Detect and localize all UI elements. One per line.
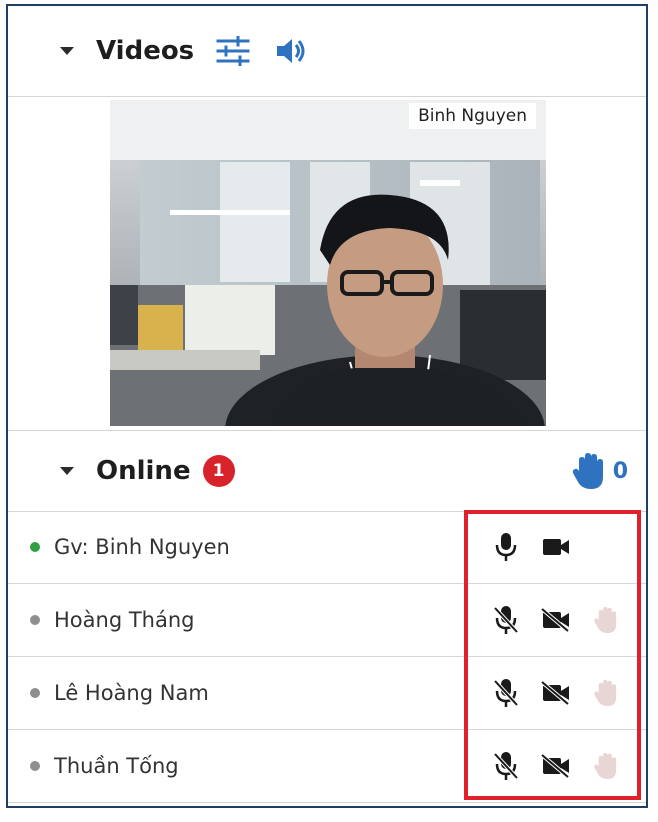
collapse-caret-icon[interactable] (60, 47, 74, 55)
hand-icon[interactable] (588, 675, 624, 711)
user-row[interactable]: Lê Hoàng Nam (8, 657, 646, 730)
online-header[interactable]: Online 1 0 (8, 430, 646, 512)
speaker-icon[interactable] (274, 36, 308, 66)
mic-off-icon[interactable] (488, 675, 524, 711)
collapse-caret-icon[interactable] (60, 467, 74, 475)
video-tile[interactable]: Binh Nguyen (110, 100, 546, 426)
user-controls (488, 584, 624, 656)
user-name: Lê Hoàng Nam (54, 681, 209, 705)
camera-on-icon[interactable] (538, 529, 574, 565)
user-row[interactable]: Thuần Tống (8, 730, 646, 803)
sidebar-panel: Videos Binh Nguyen Online 1 0 Gv: Binh N… (6, 4, 648, 808)
user-row[interactable]: Gv: Binh Nguyen (8, 511, 646, 584)
status-dot-online (30, 542, 40, 552)
videos-title: Videos (96, 36, 195, 66)
raised-hands-count: 0 (612, 458, 628, 484)
mic-off-icon[interactable] (488, 602, 524, 638)
status-dot-idle (30, 761, 40, 771)
online-count-badge: 1 (202, 455, 235, 487)
raised-hands-indicator[interactable]: 0 (571, 451, 628, 491)
hand-slot-empty (588, 529, 624, 565)
video-frame-image (110, 100, 546, 426)
online-user-list: Gv: Binh Nguyen Hoàng Tháng Lê Hoàng Nam… (8, 511, 646, 803)
mic-off-icon[interactable] (488, 748, 524, 784)
status-dot-idle (30, 688, 40, 698)
camera-off-icon[interactable] (538, 675, 574, 711)
user-name: Hoàng Tháng (54, 608, 195, 632)
sliders-icon[interactable] (216, 36, 250, 66)
mic-on-icon[interactable] (488, 529, 524, 565)
camera-off-icon[interactable] (538, 602, 574, 638)
user-name: Gv: Binh Nguyen (54, 535, 230, 559)
participant-name-tag: Binh Nguyen (409, 103, 536, 129)
user-row[interactable]: Hoàng Tháng (8, 584, 646, 657)
user-controls (488, 657, 624, 729)
hand-icon[interactable] (588, 748, 624, 784)
user-name: Thuần Tống (54, 754, 179, 778)
hand-icon[interactable] (588, 602, 624, 638)
camera-off-icon[interactable] (538, 748, 574, 784)
online-title: Online (96, 456, 191, 486)
status-dot-idle (30, 615, 40, 625)
user-controls (488, 511, 624, 583)
user-controls (488, 730, 624, 802)
hand-icon (572, 453, 603, 489)
videos-header[interactable]: Videos (8, 6, 646, 97)
